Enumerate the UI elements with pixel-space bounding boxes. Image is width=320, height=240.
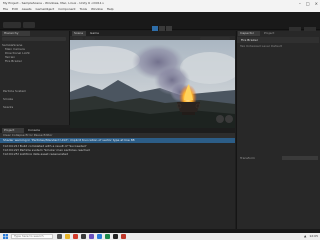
task-view-icon[interactable] — [57, 234, 62, 239]
notification-icon[interactable]: ▲ — [304, 234, 306, 239]
hierarchy-row[interactable]: Smoke — [3, 97, 63, 100]
maximize-icon[interactable]: □ — [306, 1, 310, 6]
minimize-icon[interactable]: – — [299, 1, 301, 6]
close-icon[interactable]: × — [315, 1, 318, 6]
hierarchy-row[interactable]: Sparks — [3, 105, 63, 108]
inspector-panel — [236, 31, 320, 229]
app-icon[interactable] — [97, 234, 102, 239]
console-line[interactable]: [12:04:22] Particle system 'Smoke' max p… — [3, 148, 123, 151]
app-icon[interactable] — [89, 234, 94, 239]
hierarchy-row[interactable]: SampleScene — [2, 43, 62, 46]
account-button[interactable] — [3, 22, 21, 28]
unity-icon[interactable] — [113, 234, 118, 239]
hierarchy-row[interactable]: Fire Brazier — [5, 59, 65, 62]
hierarchy-row[interactable]: Terrain — [5, 55, 65, 58]
app-icon[interactable] — [105, 234, 110, 239]
tab-hierarchy[interactable]: Hierarchy — [2, 31, 30, 36]
console-line[interactable]: [12:04:25] Lighting data asset regenerat… — [3, 152, 123, 155]
system-tray: ▲ 12:05 — [304, 234, 318, 239]
scene-viewport[interactable] — [70, 40, 235, 128]
hierarchy-row[interactable]: Particle System — [3, 89, 63, 92]
browser-icon[interactable] — [73, 234, 78, 239]
app-icon[interactable] — [121, 234, 126, 239]
hierarchy-row[interactable]: Directional Light — [5, 51, 65, 54]
cloud-button[interactable] — [23, 22, 35, 28]
store-icon[interactable] — [81, 234, 86, 239]
taskbar-search-input[interactable]: Type here to search — [11, 234, 53, 239]
tab-inspector[interactable]: Inspector — [238, 31, 260, 36]
hierarchy-row[interactable]: Main Camera — [5, 47, 65, 50]
tag-layer-row: Tag Untagged Layer Default — [240, 44, 282, 47]
component-label: Transform — [240, 156, 255, 160]
console-line[interactable]: [12:04:21] Build completed with a result… — [3, 144, 123, 147]
console-selected-line[interactable]: Shader warning in 'Particles/Standard Un… — [0, 138, 235, 143]
clock[interactable]: 12:05 — [309, 234, 318, 239]
window-title: My Project - SampleScene - Windows, Mac,… — [3, 1, 105, 5]
window-controls: – □ × — [299, 1, 318, 6]
component-value-field[interactable] — [282, 156, 318, 160]
hierarchy-search-input[interactable] — [2, 37, 66, 41]
windows-start-icon[interactable] — [3, 234, 8, 239]
file-explorer-icon[interactable] — [65, 234, 70, 239]
scene-render — [70, 40, 235, 128]
object-name-field[interactable]: Fire Brazier — [241, 38, 301, 42]
tab-project[interactable]: Project — [262, 31, 282, 36]
